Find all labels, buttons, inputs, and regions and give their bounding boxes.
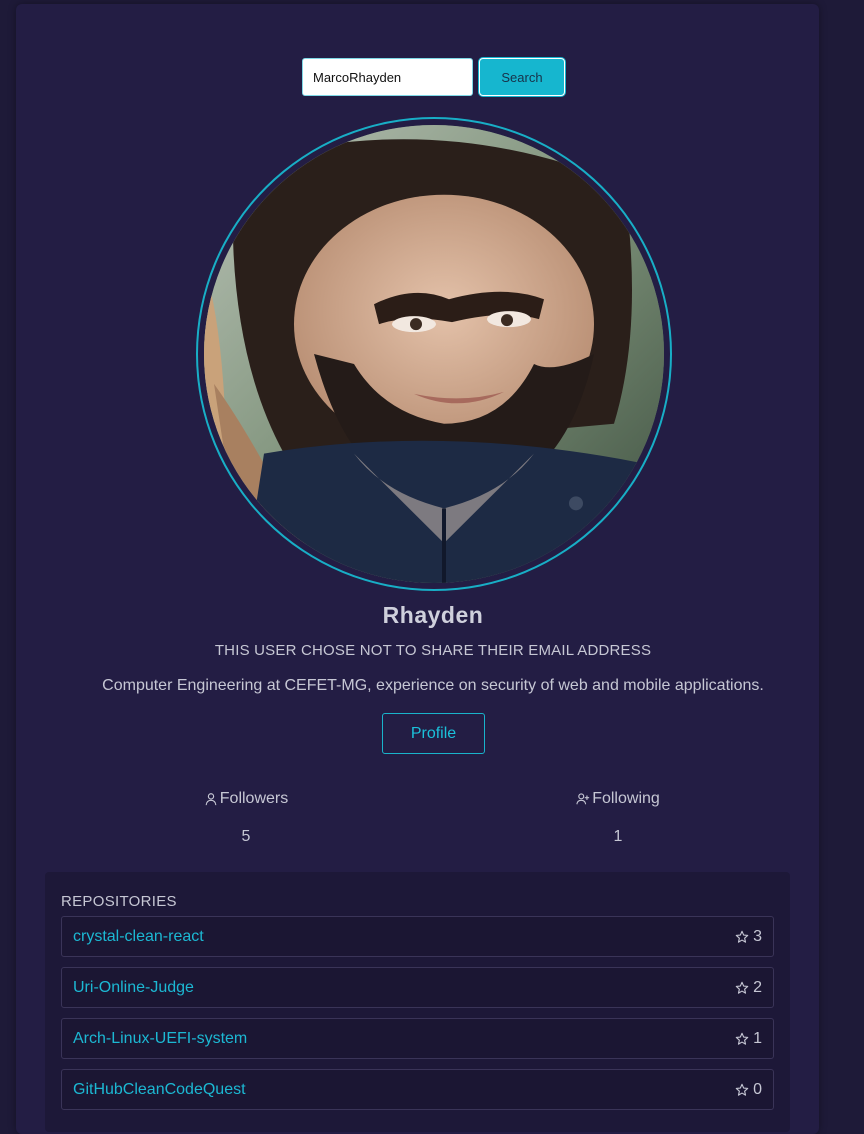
user-plus-icon [576, 793, 590, 805]
avatar [204, 125, 664, 583]
repo-star-count: 3 [753, 927, 762, 945]
followers-label-row: Followers [186, 790, 306, 808]
repo-star-count: 0 [753, 1080, 762, 1098]
repo-star-count: 2 [753, 978, 762, 996]
star-icon [735, 981, 749, 994]
repo-stars: 0 [735, 1081, 762, 1099]
following-count: 1 [613, 828, 623, 845]
repositories-title: REPOSITORIES [61, 893, 177, 910]
star-icon [735, 1032, 749, 1045]
repo-link[interactable]: Arch-Linux-UEFI-system [73, 1030, 247, 1048]
repo-stars: 1 [735, 1030, 762, 1048]
repo-link[interactable]: Uri-Online-Judge [73, 979, 194, 997]
search-bar: Search [302, 58, 565, 96]
followers-count: 5 [241, 828, 251, 845]
repositories-panel: REPOSITORIES crystal-clean-react 3 Uri-O… [45, 872, 790, 1132]
profile-button[interactable]: Profile [382, 713, 485, 754]
repo-link[interactable]: GitHubCleanCodeQuest [73, 1081, 246, 1099]
avatar-ring [196, 117, 672, 591]
user-name: Rhayden [382, 602, 484, 628]
search-button[interactable]: Search [479, 58, 565, 96]
repo-item[interactable]: Arch-Linux-UEFI-system 1 [61, 1018, 774, 1059]
repo-item[interactable]: GitHubCleanCodeQuest 0 [61, 1069, 774, 1110]
followers-stat[interactable]: Followers 5 [186, 790, 306, 846]
repo-stars: 2 [735, 979, 762, 997]
repo-stars: 3 [735, 928, 762, 946]
user-icon [205, 793, 217, 806]
user-bio: Computer Engineering at CEFET-MG, experi… [102, 677, 764, 694]
following-label-row: Following [556, 790, 680, 808]
followers-label: Followers [219, 790, 289, 807]
following-label: Following [592, 790, 660, 807]
star-icon [735, 930, 749, 943]
repo-link[interactable]: crystal-clean-react [73, 928, 204, 946]
repo-star-count: 1 [753, 1029, 762, 1047]
repo-item[interactable]: crystal-clean-react 3 [61, 916, 774, 957]
following-stat[interactable]: Following 1 [556, 790, 680, 846]
search-input[interactable] [302, 58, 473, 96]
email-notice: THIS USER CHOSE NOT TO SHARE THEIR EMAIL… [214, 642, 652, 659]
repo-item[interactable]: Uri-Online-Judge 2 [61, 967, 774, 1008]
star-icon [735, 1083, 749, 1096]
